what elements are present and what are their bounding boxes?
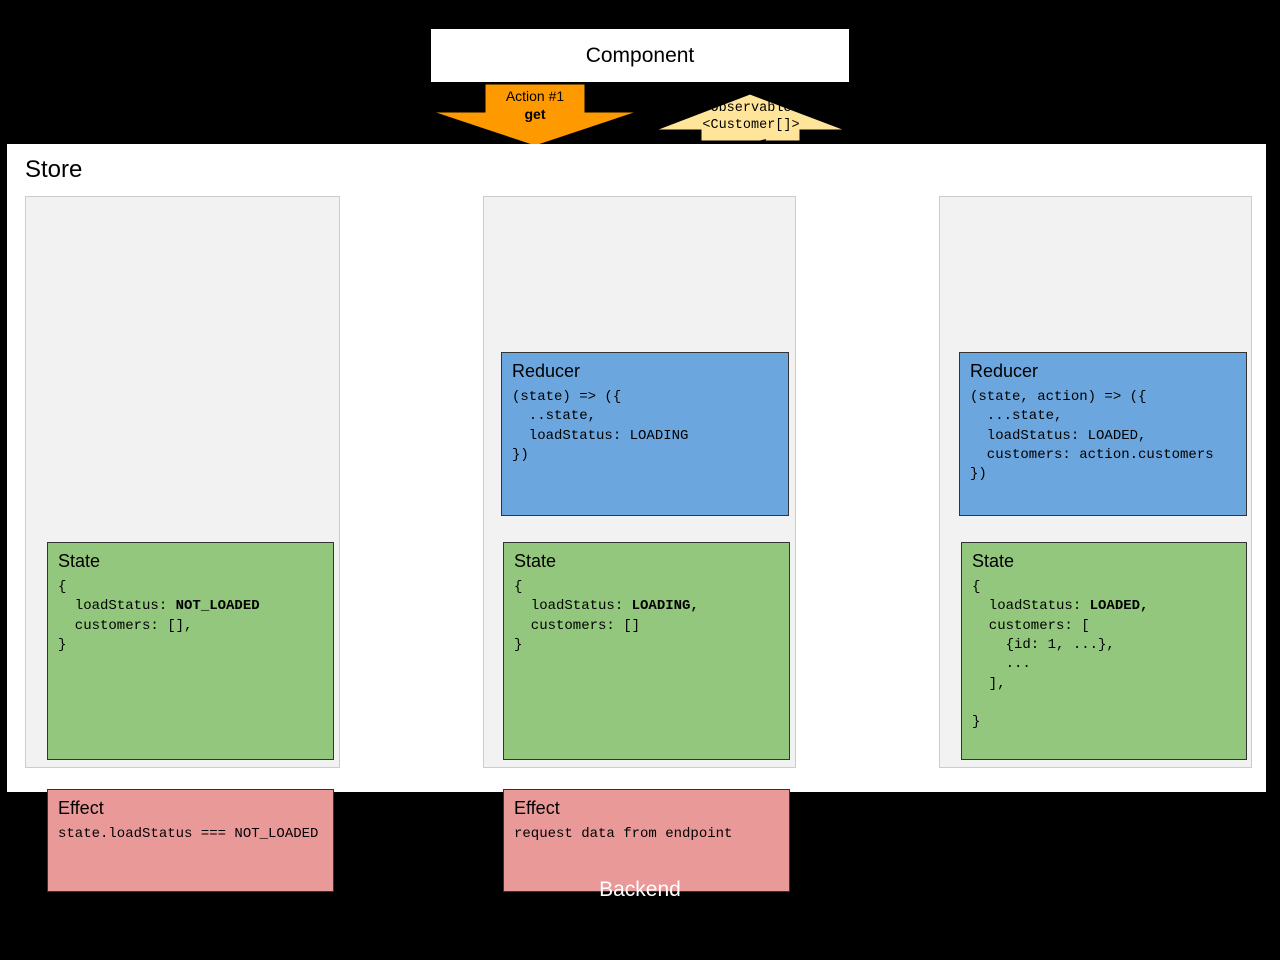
state-code-value: LOADING, [631, 598, 699, 615]
state-code-post: customers: [] } [514, 617, 641, 653]
component-box: Component [430, 28, 850, 83]
state-code-pre: { loadStatus: [58, 579, 168, 615]
reducer-code: (state, action) => ({ ...state, loadStat… [970, 389, 1214, 483]
state-card-loading: State { loadStatus: LOADING, customers: … [503, 542, 790, 760]
state-code: { loadStatus: NOT_LOADED customers: [], … [58, 578, 323, 655]
state-card-loaded: State { loadStatus: LOADED, customers: [… [961, 542, 1247, 760]
observable-line1: Observable [710, 101, 792, 116]
diagram-canvas: Component Action #1 get Observable <Cust… [0, 0, 1280, 960]
action-1-arrow [432, 83, 638, 147]
observable-line2: <Customer[]> [702, 117, 800, 133]
observable-label: Observable <Customer[]> [686, 101, 816, 135]
action-1-line1: Action #1 [505, 88, 565, 104]
effect-title: Effect [58, 798, 104, 818]
state-title: State [58, 551, 101, 571]
store-panel: Store Reducer (state) => ({ ..state, loa… [7, 144, 1266, 892]
state-code: { loadStatus: LOADING, customers: [] } [514, 578, 779, 655]
reducer-card-loaded: Reducer (state, action) => ({ ...state, … [959, 352, 1247, 516]
effect-code: state.loadStatus === NOT_LOADED [58, 826, 319, 842]
component-label: Component [585, 43, 695, 67]
action-1-line2: get [524, 105, 546, 122]
action-1-label: Action #1 get [470, 88, 600, 123]
observable-arrow [655, 93, 846, 142]
state-code-value: NOT_LOADED [175, 598, 260, 615]
state-title: State [972, 551, 1015, 571]
effect-card-loading: Effect request data from endpoint [503, 789, 790, 892]
state-title: State [514, 551, 557, 571]
state-code-pre: { loadStatus: [972, 579, 1082, 615]
reducer-card-loading: Reducer (state) => ({ ..state, loadStatu… [501, 352, 789, 516]
state-code: { loadStatus: LOADED, customers: [ {id: … [972, 578, 1236, 733]
effect-code: request data from endpoint [514, 826, 733, 842]
store-title: Store [25, 156, 83, 183]
backend-label: Backend [599, 878, 681, 901]
state-code-post: customers: [], } [58, 617, 193, 653]
reducer-code: (state) => ({ ..state, loadStatus: LOADI… [512, 389, 689, 463]
effect-card-initial: Effect state.loadStatus === NOT_LOADED [47, 789, 334, 892]
reducer-title: Reducer [970, 361, 1039, 381]
reducer-title: Reducer [512, 361, 581, 381]
state-card-initial: State { loadStatus: NOT_LOADED customers… [47, 542, 334, 760]
effect-title: Effect [514, 798, 560, 818]
state-code-value: LOADED, [1089, 598, 1149, 615]
state-code-post: customers: [ {id: 1, ...}, ... ], } [972, 617, 1115, 731]
state-code-pre: { loadStatus: [514, 579, 624, 615]
